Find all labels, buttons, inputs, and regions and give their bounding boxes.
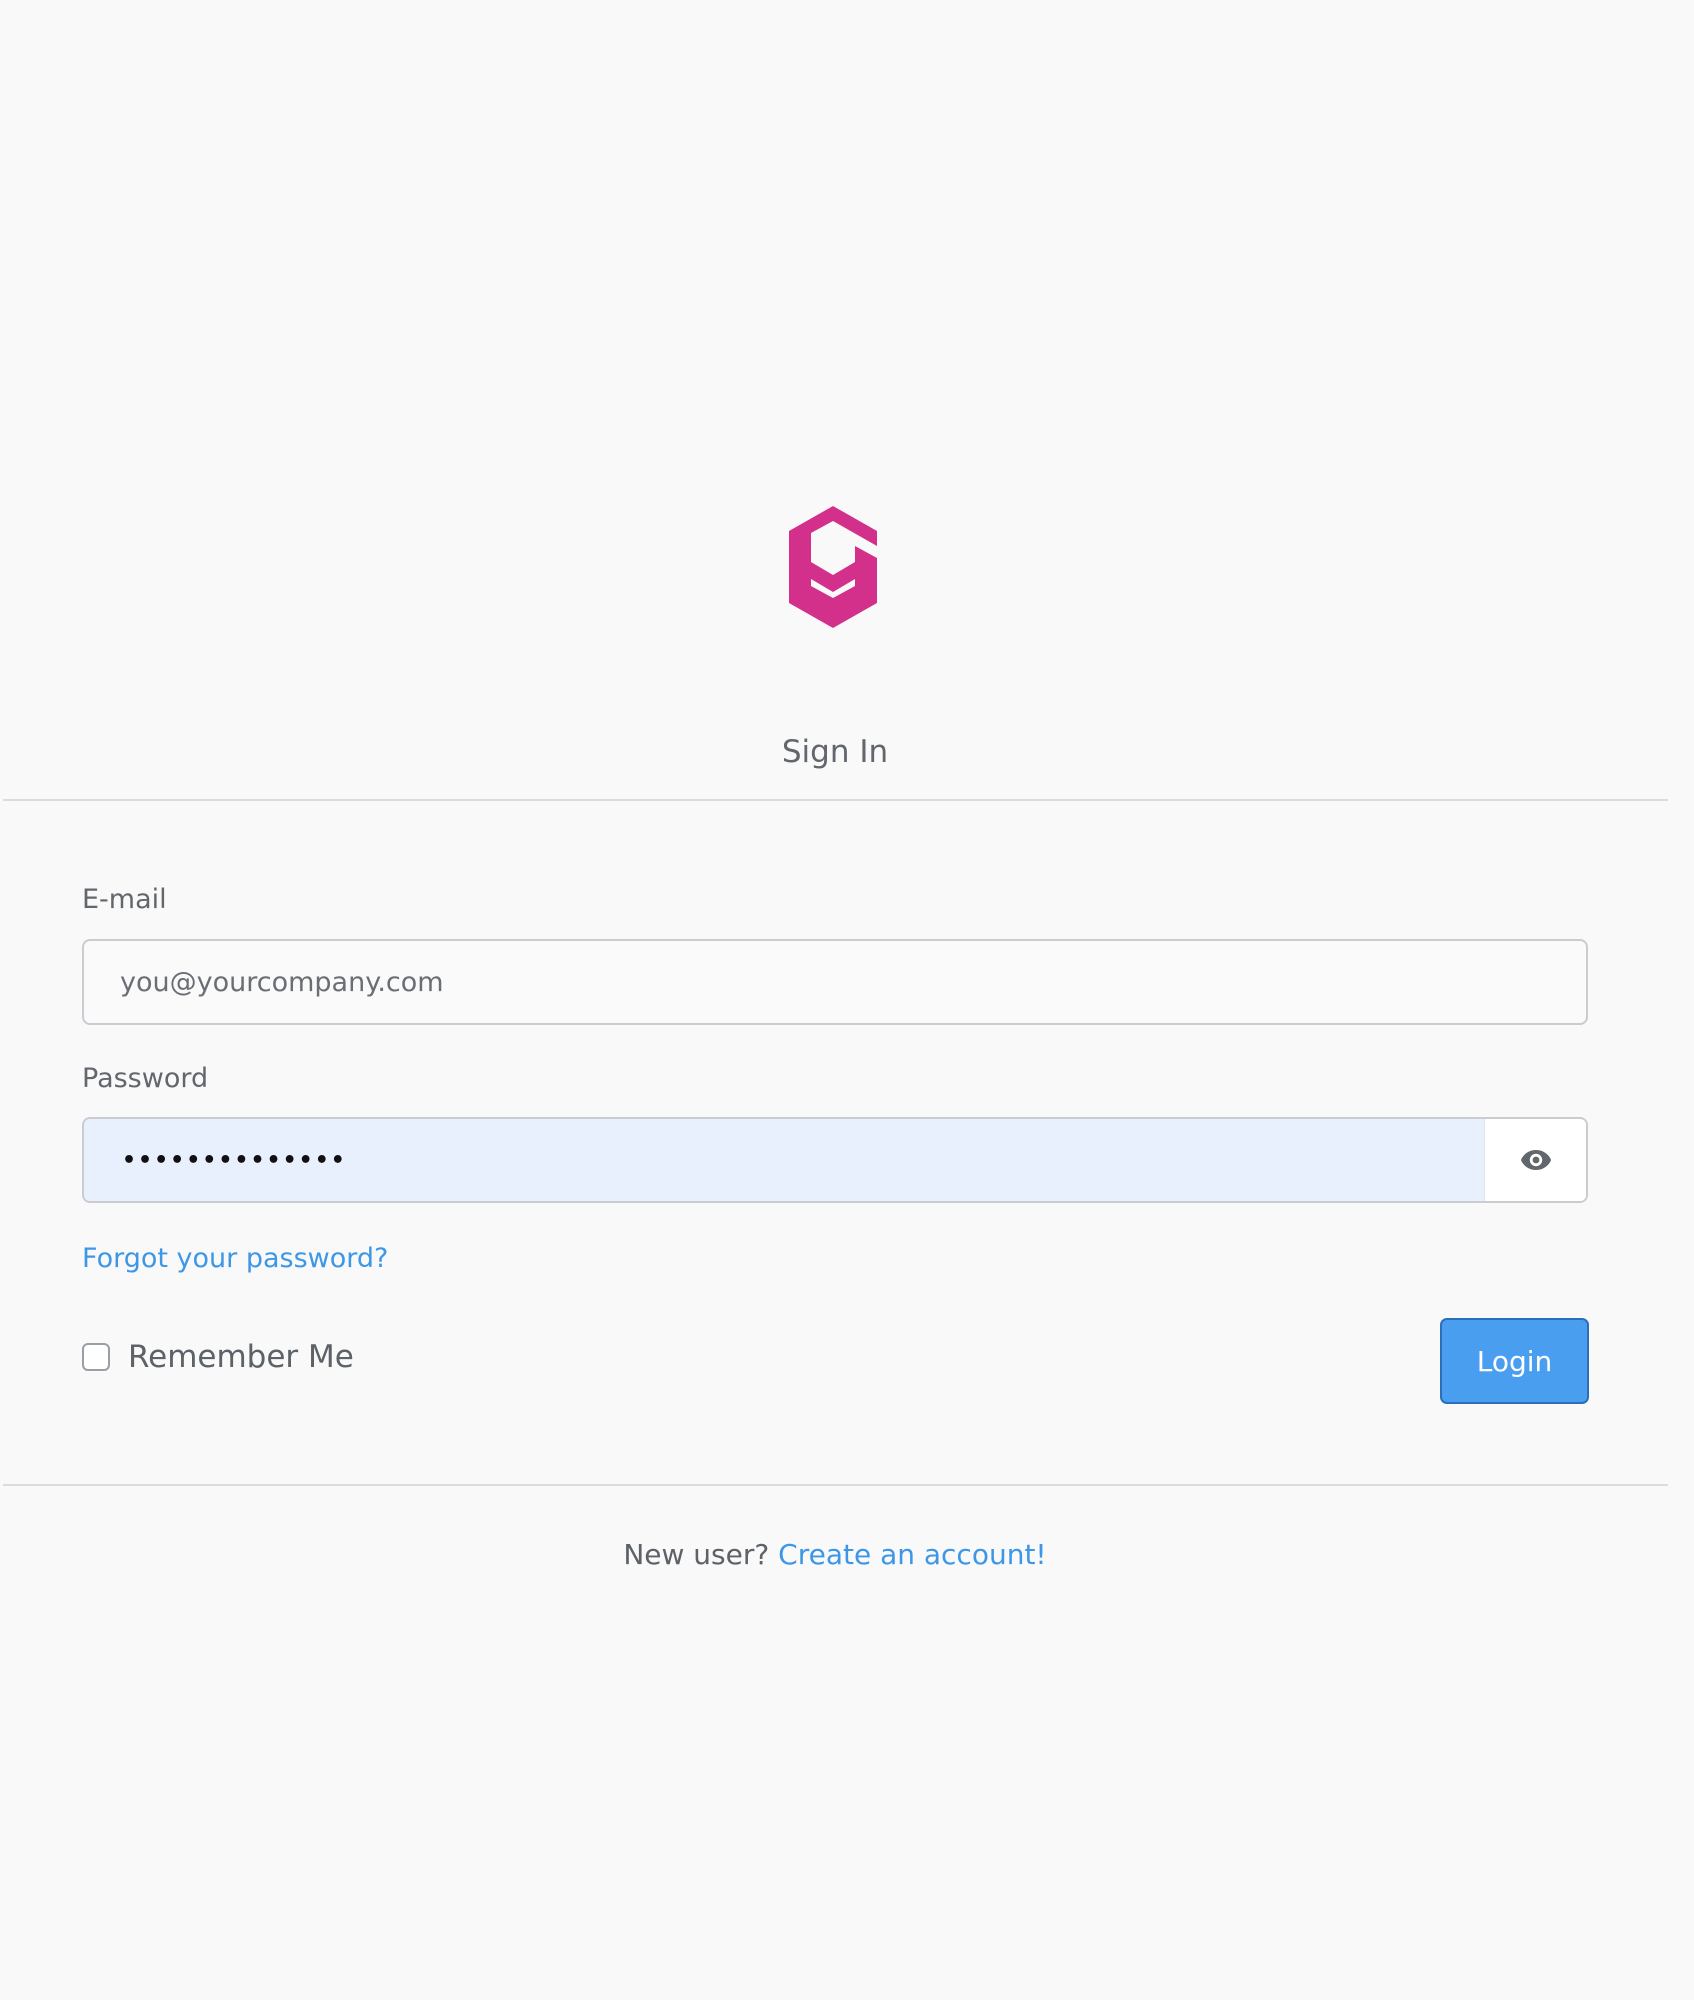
remember-me-checkbox[interactable] <box>82 1343 110 1371</box>
email-field-wrapper <box>82 939 1588 1025</box>
login-button[interactable]: Login <box>1440 1318 1589 1404</box>
email-label: E-mail <box>82 884 167 915</box>
page-title: Sign In <box>781 734 889 770</box>
password-field[interactable]: •••••••••••••• <box>84 1119 1484 1201</box>
password-field-wrapper: •••••••••••••• <box>82 1117 1588 1203</box>
eye-icon <box>1521 1150 1551 1170</box>
new-user-text: New user? <box>623 1538 779 1571</box>
password-label: Password <box>82 1063 209 1094</box>
show-password-button[interactable] <box>1484 1119 1586 1201</box>
header-divider <box>3 799 1668 801</box>
remember-me-toggle[interactable]: Remember Me <box>82 1339 354 1375</box>
password-masked-value: •••••••••••••• <box>122 1147 347 1173</box>
footer-divider <box>3 1484 1668 1486</box>
create-account-link[interactable]: Create an account! <box>778 1538 1047 1571</box>
forgot-password-link[interactable]: Forgot your password? <box>82 1243 388 1274</box>
signup-prompt: New user? Create an account! <box>0 1538 1670 1571</box>
brand-logo-icon <box>789 506 877 628</box>
remember-me-label: Remember Me <box>128 1339 354 1375</box>
email-field[interactable] <box>84 941 1586 1023</box>
